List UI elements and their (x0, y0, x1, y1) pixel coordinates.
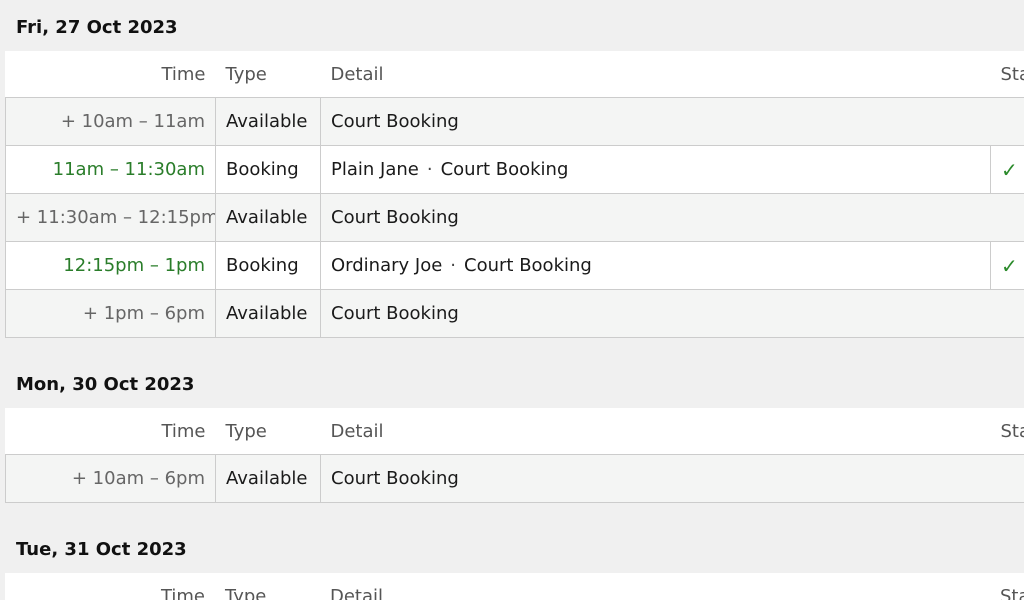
table-header-row: Time Type Detail Status (5, 573, 1024, 600)
slot-type: Available (215, 193, 321, 242)
slot-detail: Ordinary Joe · Court Booking (320, 241, 991, 290)
detail-column-header: Detail (320, 51, 991, 98)
slot-status (990, 193, 1024, 242)
booker-name[interactable]: Plain Jane (331, 159, 419, 180)
detail-column-header: Detail (320, 573, 990, 600)
confirmed-check-icon: ✓ (990, 145, 1024, 194)
booker-name[interactable]: Ordinary Joe (331, 255, 442, 276)
day-section: Tue, 31 Oct 2023 Time Type Detail Status (0, 522, 1024, 600)
slots-table: Time Type Detail Status + 10am – 11am Av… (5, 51, 1024, 338)
slot-time[interactable]: + 11:30am – 12:15pm (5, 193, 216, 242)
detail-separator: · (450, 255, 457, 276)
time-column-header: Time (5, 408, 216, 455)
day-section: Mon, 30 Oct 2023 Time Type Detail Status… (0, 357, 1024, 503)
slot-time[interactable]: + 10am – 6pm (5, 454, 216, 503)
booking-slot-row[interactable]: 12:15pm – 1pm Booking Ordinary Joe · Court… (5, 241, 1024, 290)
day-heading: Mon, 30 Oct 2023 (16, 374, 195, 395)
detail-column-header: Detail (320, 408, 991, 455)
slot-status (990, 454, 1024, 503)
slot-time[interactable]: + 1pm – 6pm (5, 289, 216, 338)
slot-status (990, 97, 1024, 146)
booking-type-label: Court Booking (440, 159, 569, 180)
status-column-header: Status (990, 408, 1024, 455)
slot-type: Booking (215, 241, 321, 290)
slot-detail: Court Booking (320, 454, 991, 503)
slot-type: Available (215, 454, 321, 503)
status-column-header: Status (990, 573, 1024, 600)
booking-slot-row[interactable]: 11am – 11:30am Booking Plain Jane · Court … (5, 145, 1024, 194)
available-slot-row[interactable]: + 11:30am – 12:15pm Available Court Book… (5, 193, 1024, 242)
slot-time[interactable]: 12:15pm – 1pm (5, 241, 216, 290)
available-slot-row[interactable]: + 10am – 11am Available Court Booking (5, 97, 1024, 146)
schedule: Fri, 27 Oct 2023 Time Type Detail Status… (0, 0, 1024, 600)
slot-detail: Court Booking (320, 97, 991, 146)
slots-table: Time Type Detail Status (5, 573, 1024, 600)
slots-table: Time Type Detail Status + 10am – 6pm Ava… (5, 408, 1024, 503)
slot-status (990, 289, 1024, 338)
type-column-header: Type (215, 51, 321, 98)
day-gap (0, 503, 1024, 522)
slot-detail: Plain Jane · Court Booking (320, 145, 991, 194)
slot-type: Booking (215, 145, 321, 194)
status-column-header: Status (990, 51, 1024, 98)
day-heading: Tue, 31 Oct 2023 (16, 539, 187, 560)
table-header-row: Time Type Detail Status (5, 51, 1024, 98)
table-header-row: Time Type Detail Status (5, 408, 1024, 455)
type-column-header: Type (215, 408, 321, 455)
booking-type-label: Court Booking (464, 255, 592, 276)
available-slot-row[interactable]: + 10am – 6pm Available Court Booking (5, 454, 1024, 503)
day-section: Fri, 27 Oct 2023 Time Type Detail Status… (0, 0, 1024, 338)
available-slot-row[interactable]: + 1pm – 6pm Available Court Booking (5, 289, 1024, 338)
day-heading: Fri, 27 Oct 2023 (16, 17, 178, 38)
time-column-header: Time (5, 51, 216, 98)
day-gap (0, 338, 1024, 357)
detail-separator: · (426, 159, 433, 180)
confirmed-check-icon: ✓ (990, 241, 1024, 290)
slot-time[interactable]: + 10am – 11am (5, 97, 216, 146)
slot-detail: Court Booking (320, 289, 991, 338)
slot-type: Available (215, 289, 321, 338)
slot-type: Available (215, 97, 321, 146)
slot-detail: Court Booking (320, 193, 991, 242)
time-column-header: Time (5, 573, 215, 600)
type-column-header: Type (215, 573, 320, 600)
slot-time[interactable]: 11am – 11:30am (5, 145, 216, 194)
